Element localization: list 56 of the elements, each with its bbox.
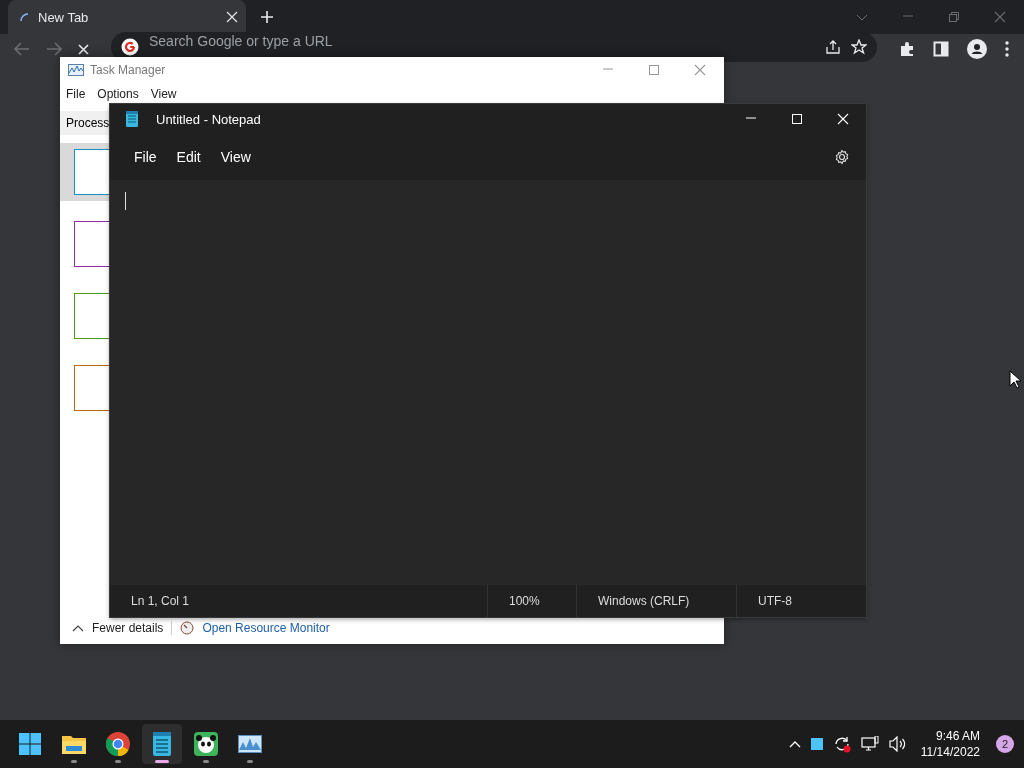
status-text: UTF-8 (736, 585, 866, 617)
running-indicator (155, 760, 169, 763)
more-options-icon[interactable] (1005, 41, 1009, 57)
star-icon[interactable] (851, 39, 867, 55)
browser-icon (106, 732, 130, 756)
clock-date[interactable]: 11/14/2022 (920, 744, 980, 760)
square-app-icon[interactable] (810, 738, 823, 750)
gauge-icon (180, 621, 195, 635)
puzzle-piece-icon[interactable] (899, 41, 915, 57)
resource-monitor-link[interactable]: Open Resource Monitor (202, 621, 330, 635)
notepad-icon (153, 732, 171, 756)
address-placeholder: Search Google or type a URL (149, 33, 334, 49)
sidebar-icon[interactable] (933, 41, 949, 57)
browser-tab[interactable]: New Tab (8, 0, 246, 34)
loading-spinner-icon (20, 13, 28, 21)
status-text: 100% (487, 585, 576, 617)
notification-badge[interactable]: 2 (996, 735, 1014, 753)
window-title: Untitled - Notepad (156, 111, 262, 127)
menu-item[interactable]: View (150, 87, 177, 103)
network-icon[interactable] (860, 736, 879, 752)
tab[interactable]: Process (66, 114, 110, 132)
status-text: Ln 1, Col 1 (130, 593, 191, 610)
notepad-icon (126, 111, 138, 127)
text-cursor (125, 192, 126, 210)
clock-time[interactable]: 9:46 AM (935, 728, 980, 744)
window-title: Task Manager (90, 63, 167, 77)
menu-item[interactable]: File (66, 87, 86, 103)
running-indicator (115, 760, 121, 763)
pointer-icon (1009, 370, 1021, 389)
running-indicator (71, 760, 77, 763)
stop-icon[interactable] (78, 43, 89, 55)
new-tab-icon[interactable] (260, 10, 274, 24)
menu-item[interactable]: File (124, 145, 167, 169)
profile-icon[interactable] (967, 39, 987, 59)
chevron-up-icon[interactable] (72, 624, 84, 632)
running-indicator (203, 760, 209, 763)
panda-icon (194, 732, 218, 756)
share-icon[interactable] (825, 39, 841, 55)
taskbar-app[interactable] (142, 724, 182, 764)
status-text: Windows (CRLF) (576, 585, 736, 617)
folder-icon (62, 734, 86, 754)
selected-graph-tile[interactable] (60, 143, 110, 201)
running-indicator (247, 760, 253, 763)
menu-item[interactable]: Edit (166, 145, 211, 169)
restore-icon[interactable] (948, 11, 960, 23)
sync-icon[interactable] (832, 735, 851, 753)
settings-icon[interactable] (834, 149, 850, 165)
fewer-details-toggle[interactable]: Fewer details (92, 621, 164, 635)
performance-graph-icon (238, 735, 262, 753)
start-icon (19, 733, 41, 755)
volume-icon[interactable] (888, 736, 907, 752)
menu-item[interactable]: Options (97, 87, 139, 103)
menu-item[interactable]: View (210, 145, 261, 169)
forward-arrow-icon[interactable] (46, 42, 62, 56)
performance-graph-icon (68, 64, 84, 76)
search-engine-icon (121, 38, 139, 56)
